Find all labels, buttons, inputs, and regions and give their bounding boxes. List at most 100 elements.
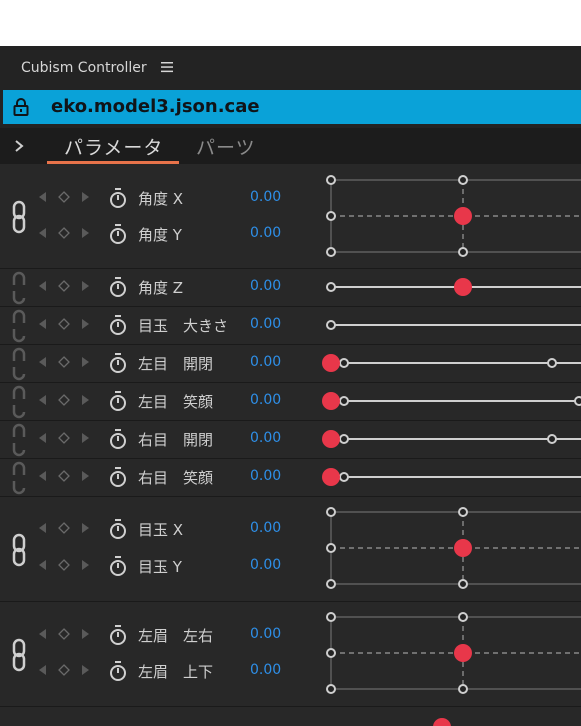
slider-handle [322,354,340,372]
param-row: 目玉 X 0.00 [0,511,320,547]
stopwatch-icon[interactable] [108,518,128,540]
param-value[interactable]: 0.00 [250,189,281,205]
next-keyframe-icon[interactable] [79,280,91,292]
param-name: 目玉 大きさ [138,317,229,335]
param-name: 左眉 上下 [138,663,214,681]
param-name: 右目 開閉 [138,431,214,449]
keyframe-diamond-icon[interactable] [58,664,70,676]
next-keyframe-icon[interactable] [79,432,91,444]
stopwatch-icon[interactable] [108,390,128,412]
param-slider[interactable] [320,459,581,496]
param-name: 目玉 X [138,521,184,539]
param-row: 左目 開閉 0.00 [0,345,320,381]
lock-icon[interactable] [13,98,29,116]
panel-header: Cubism Controller [0,46,581,90]
keyframe-diamond-icon[interactable] [58,559,70,571]
prev-keyframe-icon[interactable] [37,394,49,406]
param-value[interactable]: 0.00 [250,225,281,241]
tab-parts[interactable]: パーツ [196,133,256,160]
tab-parameters[interactable]: パラメータ [64,133,163,160]
stopwatch-icon[interactable] [108,352,128,374]
param-group-angle-xy: 角度 X 0.00 角度 Y 0.00 [0,164,581,269]
param-slider[interactable] [320,421,581,458]
prev-keyframe-icon[interactable] [37,318,49,330]
param-row: 右目 笑顔 0.00 [0,459,320,495]
chevron-right-icon[interactable] [13,137,25,155]
next-keyframe-icon[interactable] [79,394,91,406]
stopwatch-icon[interactable] [108,466,128,488]
prev-keyframe-icon[interactable] [37,628,49,640]
keyframe-diamond-icon[interactable] [58,432,70,444]
stopwatch-icon[interactable] [108,428,128,450]
next-keyframe-icon[interactable] [79,356,91,368]
param-group-right-eye-open: 右目 開閉 0.00 [0,421,581,459]
param-value[interactable]: 0.00 [250,626,281,642]
param-value[interactable]: 0.00 [250,354,281,370]
prev-keyframe-icon[interactable] [37,356,49,368]
param-row: 左眉 左右 0.00 [0,617,320,653]
next-keyframe-icon[interactable] [79,227,91,239]
param-value[interactable]: 0.00 [250,392,281,408]
param-group-left-brow: 左眉 左右 0.00 左眉 上下 0.00 [0,602,581,707]
keyframe-diamond-icon[interactable] [58,522,70,534]
next-keyframe-icon[interactable] [79,522,91,534]
keyframe-diamond-icon[interactable] [58,191,70,203]
model-bar[interactable]: eko.model3.json.cae [3,90,581,124]
next-keyframe-icon[interactable] [79,628,91,640]
prev-keyframe-icon[interactable] [37,227,49,239]
param-value[interactable]: 0.00 [250,520,281,536]
stopwatch-icon[interactable] [108,624,128,646]
prev-keyframe-icon[interactable] [37,470,49,482]
prev-keyframe-icon[interactable] [37,432,49,444]
param-value[interactable]: 0.00 [250,278,281,294]
param-slider[interactable] [320,383,581,420]
param-row: 右目 開閉 0.00 [0,421,320,457]
stopwatch-icon[interactable] [108,555,128,577]
keyframe-diamond-icon[interactable] [58,227,70,239]
prev-keyframe-icon[interactable] [37,664,49,676]
xy-pad[interactable] [320,497,581,601]
next-keyframe-icon[interactable] [79,664,91,676]
param-group-partial [0,707,581,726]
keyframe-diamond-icon[interactable] [58,356,70,368]
keyframe-diamond-icon[interactable] [58,280,70,292]
stopwatch-icon[interactable] [108,187,128,209]
param-slider[interactable] [320,307,581,344]
stopwatch-icon[interactable] [108,660,128,682]
xy-pad[interactable] [320,602,581,706]
xy-handle [454,539,472,557]
param-value[interactable]: 0.00 [250,557,281,573]
param-name: 角度 X [138,190,184,208]
prev-keyframe-icon[interactable] [37,522,49,534]
param-slider[interactable] [320,345,581,382]
prev-keyframe-icon[interactable] [37,280,49,292]
next-keyframe-icon[interactable] [79,559,91,571]
xy-pad[interactable] [320,164,581,268]
next-keyframe-icon[interactable] [79,191,91,203]
next-keyframe-icon[interactable] [79,318,91,330]
param-value[interactable]: 0.00 [250,316,281,332]
next-keyframe-icon[interactable] [79,470,91,482]
partial-slider [433,718,451,726]
param-value[interactable]: 0.00 [250,430,281,446]
prev-keyframe-icon[interactable] [37,191,49,203]
stopwatch-icon[interactable] [108,276,128,298]
param-value[interactable]: 0.00 [250,662,281,678]
keyframe-diamond-icon[interactable] [58,628,70,640]
param-slider[interactable] [320,269,581,306]
prev-keyframe-icon[interactable] [37,559,49,571]
keyframe-diamond-icon[interactable] [58,470,70,482]
stopwatch-icon[interactable] [108,223,128,245]
model-name: eko.model3.json.cae [51,96,260,117]
keyframe-diamond-icon[interactable] [58,318,70,330]
param-row: 角度 Z 0.00 [0,269,320,305]
hamburger-menu-icon[interactable] [160,60,174,74]
stopwatch-icon[interactable] [108,314,128,336]
keyframe-diamond-icon[interactable] [58,394,70,406]
panel-title: Cubism Controller [21,60,147,76]
param-name: 左目 開閉 [138,355,214,373]
param-value[interactable]: 0.00 [250,468,281,484]
param-name: 左眉 左右 [138,627,214,645]
param-row: 目玉 Y 0.00 [0,548,320,584]
param-group-eyeball-size: 目玉 大きさ 0.00 [0,307,581,345]
